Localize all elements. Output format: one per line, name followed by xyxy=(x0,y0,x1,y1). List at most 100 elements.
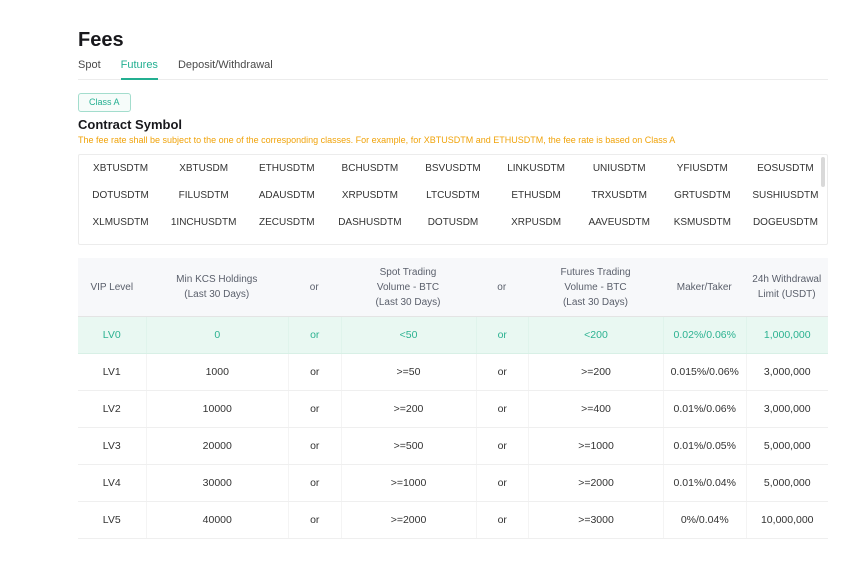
contract-symbol-item: XLMUSDTM xyxy=(79,209,162,236)
fee-table-cell: 5,000,000 xyxy=(746,465,829,501)
fee-table-cell: 20000 xyxy=(146,428,289,464)
fee-table-header-cell: Min KCS Holdings (Last 30 Days) xyxy=(146,258,289,316)
class-a-badge[interactable]: Class A xyxy=(78,93,131,112)
fee-table-cell: LV5 xyxy=(78,502,146,538)
contract-symbol-item: SOLUSDTM xyxy=(328,236,411,245)
fee-table-cell: 10000 xyxy=(146,391,289,427)
tab-deposit-withdrawal[interactable]: Deposit/Withdrawal xyxy=(178,58,273,79)
fee-table-cell: 1,000,000 xyxy=(746,317,829,353)
fee-table-header-cell: or xyxy=(288,258,341,316)
tab-futures[interactable]: Futures xyxy=(121,58,158,80)
contract-symbol-item: BNBUSDTM xyxy=(162,236,245,245)
contract-symbol-item: UNIUSDTM xyxy=(578,155,661,182)
contract-symbol-item: XBTUSDTM xyxy=(79,155,162,182)
tab-spot[interactable]: Spot xyxy=(78,58,101,79)
contract-symbol-item: DOTUSDM xyxy=(411,209,494,236)
contract-symbol-item: SUSHIUSDTM xyxy=(744,182,827,209)
fee-table-cell: or xyxy=(476,317,529,353)
fee-table-cell: or xyxy=(288,354,341,390)
fee-table-cell: or xyxy=(288,465,341,501)
fee-table-cell: or xyxy=(476,354,529,390)
fee-table-cell: LV1 xyxy=(78,354,146,390)
fee-table-cell: >=200 xyxy=(528,354,663,390)
page-title: Fees xyxy=(78,30,828,50)
fee-table-cell: >=1000 xyxy=(528,428,663,464)
fee-table-cell: or xyxy=(476,502,529,538)
contract-symbol-item: LTCUSDTM xyxy=(411,182,494,209)
fee-table-row: LV210000or>=200or>=4000.01%/0.06%3,000,0… xyxy=(78,391,828,428)
contract-symbol-item: GRTUSDTM xyxy=(661,182,744,209)
fee-table-cell: >=50 xyxy=(341,354,476,390)
fee-table-cell: >=3000 xyxy=(528,502,663,538)
scrollbar-thumb[interactable] xyxy=(821,157,825,187)
fee-table-cell: 3,000,000 xyxy=(746,354,829,390)
contract-symbol-item: DOGEUSDTM xyxy=(744,209,827,236)
fee-table-cell: or xyxy=(476,391,529,427)
fee-table-cell: 0.015%/0.06% xyxy=(663,354,746,390)
fee-table-row: LV320000or>=500or>=10000.01%/0.05%5,000,… xyxy=(78,428,828,465)
fee-table-header-cell: 24h Withdrawal Limit (USDT) xyxy=(746,258,829,316)
fee-table-cell: LV3 xyxy=(78,428,146,464)
fee-table-cell: 30000 xyxy=(146,465,289,501)
fee-table: VIP LevelMin KCS Holdings (Last 30 Days)… xyxy=(78,258,828,539)
fee-table-cell: or xyxy=(476,465,529,501)
fee-table-header-cell: Spot Trading Volume - BTC (Last 30 Days) xyxy=(341,258,476,316)
contract-symbol-item: YFIUSDTM xyxy=(661,155,744,182)
contract-symbol-item: BCHUSDTM xyxy=(328,155,411,182)
contract-symbol-item: ETHUSDM xyxy=(495,182,578,209)
fee-table-cell: <50 xyxy=(341,317,476,353)
contract-symbol-item: FTMUSDTM xyxy=(661,236,744,245)
fee-table-cell: 0.01%/0.04% xyxy=(663,465,746,501)
fee-table-cell: or xyxy=(288,391,341,427)
fee-table-cell: >=500 xyxy=(341,428,476,464)
fee-table-cell: LV4 xyxy=(78,465,146,501)
fee-table-cell: >=2000 xyxy=(341,502,476,538)
fee-table-cell: or xyxy=(288,428,341,464)
fee-table-cell: >=400 xyxy=(528,391,663,427)
fee-table-header-cell: or xyxy=(476,258,529,316)
fee-table-cell: 3,000,000 xyxy=(746,391,829,427)
contract-symbol-item: MATICUSDTM xyxy=(744,236,827,245)
contract-symbol-list[interactable]: XBTUSDTMXBTUSDMETHUSDTMBCHUSDTMBSVUSDTML… xyxy=(78,154,828,245)
contract-symbol-item: DOTUSDTM xyxy=(79,182,162,209)
fee-table-cell: >=1000 xyxy=(341,465,476,501)
fee-table-row: LV430000or>=1000or>=20000.01%/0.04%5,000… xyxy=(78,465,828,502)
contract-symbol-item: LINKUSDTM xyxy=(495,155,578,182)
contract-symbol-item: XRPUSDTM xyxy=(328,182,411,209)
fee-table-cell: 0 xyxy=(146,317,289,353)
contract-symbol-item: VETUSDTM xyxy=(79,236,162,245)
contract-symbol-item: 1INCHUSDTM xyxy=(162,209,245,236)
fee-table-body: LV00or<50or<2000.02%/0.06%1,000,000LV110… xyxy=(78,317,828,539)
fee-table-cell: LV2 xyxy=(78,391,146,427)
fee-table-cell: or xyxy=(288,317,341,353)
contract-symbol-item: EOSUSDTM xyxy=(744,155,827,182)
fee-table-cell: 0.01%/0.06% xyxy=(663,391,746,427)
fee-table-cell: or xyxy=(288,502,341,538)
fee-table-cell: 40000 xyxy=(146,502,289,538)
contract-symbol-item: XBTUSDM xyxy=(162,155,245,182)
contract-symbol-item: DASHUSDTM xyxy=(328,209,411,236)
contract-symbol-item: CRVUSDTM xyxy=(411,236,494,245)
fee-table-row: LV00or<50or<2000.02%/0.06%1,000,000 xyxy=(78,317,828,354)
fee-table-row: LV540000or>=2000or>=30000%/0.04%10,000,0… xyxy=(78,502,828,539)
fee-table-cell: 5,000,000 xyxy=(746,428,829,464)
fee-table-cell: 0.01%/0.05% xyxy=(663,428,746,464)
contract-symbol-item: AVAXUSDTM xyxy=(578,236,661,245)
fee-table-cell: >=200 xyxy=(341,391,476,427)
fees-page: Fees Spot Futures Deposit/Withdrawal Class… xyxy=(78,30,828,539)
contract-symbol-item: XRPUSDM xyxy=(495,209,578,236)
contract-symbol-item: SXPUSDTM xyxy=(245,236,328,245)
fee-tabs: Spot Futures Deposit/Withdrawal xyxy=(78,58,828,80)
contract-symbol-item: TRXUSDTM xyxy=(578,182,661,209)
fee-table-cell: or xyxy=(476,428,529,464)
contract-symbol-item: BSVUSDTM xyxy=(411,155,494,182)
fee-table-cell: >=2000 xyxy=(528,465,663,501)
fee-table-header-cell: Futures Trading Volume - BTC (Last 30 Da… xyxy=(528,258,663,316)
fee-table-header-cell: Maker/Taker xyxy=(663,258,746,316)
fee-table-cell: 0%/0.04% xyxy=(663,502,746,538)
contract-symbol-heading: Contract Symbol xyxy=(78,118,828,131)
contract-symbol-item: KSMUSDTM xyxy=(661,209,744,236)
fee-table-head: VIP LevelMin KCS Holdings (Last 30 Days)… xyxy=(78,258,828,317)
contract-symbol-item: ZECUSDTM xyxy=(245,209,328,236)
fee-table-header-cell: VIP Level xyxy=(78,258,146,316)
